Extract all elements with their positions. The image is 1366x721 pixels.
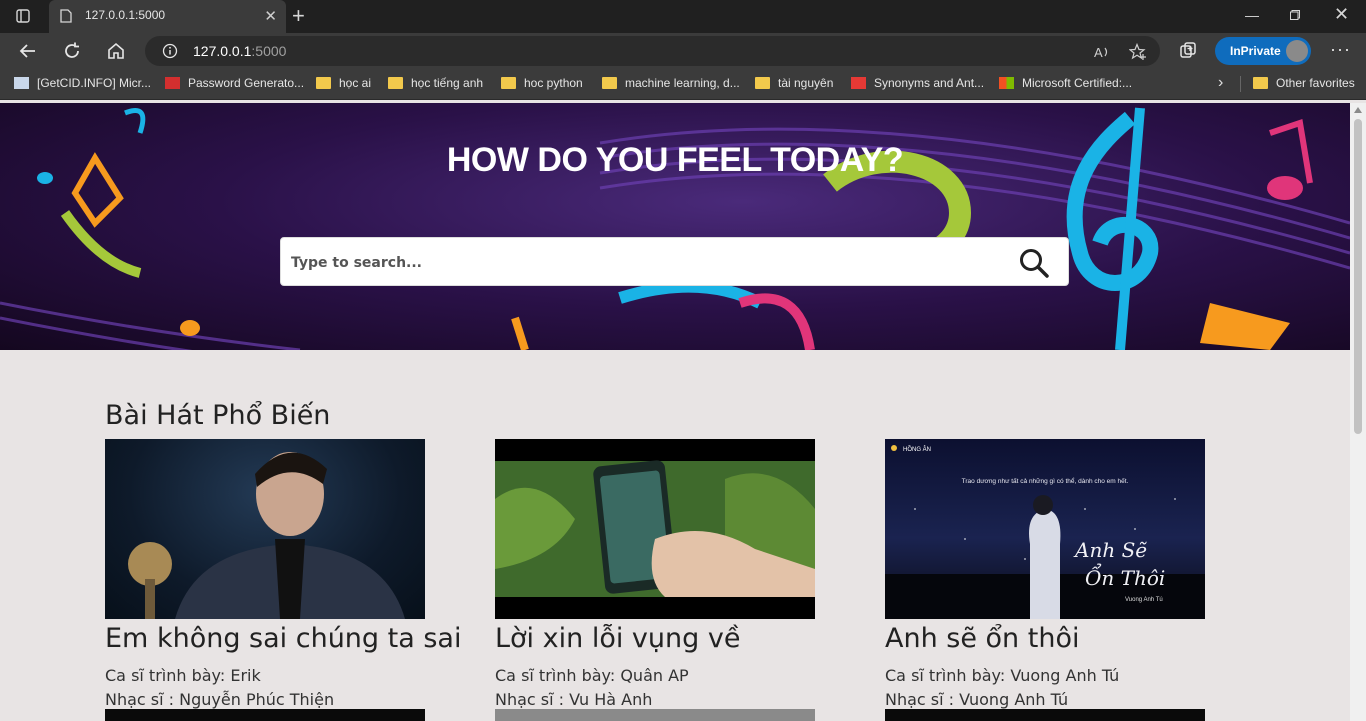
night-sky-image: HỒNG ÂN Trao dương như tất cả những gì c… — [885, 445, 1205, 619]
svg-text:A: A — [1094, 45, 1103, 60]
tab-strip: 127.0.0.1:5000 ✕ + — ✕ — [0, 0, 1366, 33]
hero-title: HOW DO YOU FEEL TODAY? — [446, 141, 904, 179]
svg-text:Trao dương như tất cả những gì: Trao dương như tất cả những gì có thể, d… — [962, 476, 1129, 485]
read-aloud-icon[interactable]: A — [1093, 43, 1111, 61]
active-tab[interactable]: 127.0.0.1:5000 ✕ — [49, 0, 286, 33]
svg-text:Anh Sẽ: Anh Sẽ — [1073, 538, 1147, 562]
scrollbar[interactable] — [1350, 103, 1366, 721]
search-box — [280, 237, 1069, 287]
settings-more-icon[interactable]: ··· — [1330, 39, 1351, 60]
profile-avatar[interactable] — [1286, 40, 1308, 62]
bookmark-folder[interactable]: học ai — [316, 76, 371, 90]
song-title[interactable]: Anh sẽ ổn thôi — [885, 623, 1225, 654]
song-thumbnail[interactable] — [495, 439, 815, 619]
song-thumbnail[interactable] — [885, 709, 1205, 721]
singer-image — [128, 452, 405, 619]
scrollbar-thumb[interactable] — [1354, 119, 1362, 434]
svg-text:HỒNG ÂN: HỒNG ÂN — [903, 446, 931, 453]
chevron-right-icon[interactable]: › — [1218, 74, 1223, 92]
favorites-bar: [GetCID.INFO] Micr... Password Generato.… — [0, 69, 1366, 100]
bookmark-folder[interactable]: học tiếng anh — [388, 76, 483, 90]
scroll-up-icon[interactable] — [1354, 107, 1362, 113]
bookmark-item[interactable]: Microsoft Certified:... — [999, 76, 1132, 90]
new-tab-icon[interactable]: + — [292, 3, 305, 29]
svg-text:Ổn Thôi: Ổn Thôi — [1085, 562, 1165, 590]
other-favorites[interactable]: Other favorites — [1253, 76, 1355, 90]
bookmark-item[interactable]: Synonyms and Ant... — [851, 76, 984, 90]
folder-icon — [501, 77, 516, 89]
folder-icon — [388, 77, 403, 89]
password-generator-icon — [165, 77, 180, 89]
search-input[interactable] — [289, 238, 993, 287]
folder-icon — [755, 77, 770, 89]
address-bar[interactable]: 127.0.0.1:5000 A — [145, 36, 1160, 66]
folder-icon — [1253, 77, 1268, 89]
browser-toolbar: 127.0.0.1:5000 A InPrivate ··· — [0, 33, 1366, 69]
favorite-star-icon[interactable] — [1129, 43, 1147, 61]
collections-icon[interactable] — [1178, 41, 1198, 61]
folder-icon — [602, 77, 617, 89]
song-thumbnail[interactable] — [105, 709, 425, 721]
song-title[interactable]: Em không sai chúng ta sai — [105, 623, 461, 654]
song-card[interactable]: Lời xin lỗi vụng về Ca sĩ trình bày: Quâ… — [495, 439, 835, 712]
singer-text: Ca sĩ trình bày: Erik — [105, 666, 261, 685]
close-tab-icon[interactable]: ✕ — [264, 7, 277, 25]
page-icon — [14, 77, 29, 89]
bookmark-item[interactable]: Password Generato... — [165, 76, 304, 90]
bookmark-folder[interactable]: machine learning, d... — [602, 76, 740, 90]
song-thumbnail[interactable]: HỒNG ÂN Trao dương như tất cả những gì c… — [885, 439, 1205, 619]
hero-banner: HOW DO YOU FEEL TODAY? — [0, 103, 1350, 350]
inprivate-label: InPrivate — [1230, 44, 1281, 58]
back-icon[interactable] — [18, 41, 38, 61]
web-page: HOW DO YOU FEEL TODAY? Bài Hát Phổ Biến … — [0, 103, 1350, 721]
divider — [1240, 76, 1241, 92]
microsoft-icon — [999, 77, 1014, 89]
restore-icon[interactable] — [1290, 10, 1300, 20]
bookmark-folder[interactable]: tài nguyên — [755, 76, 833, 90]
song-card[interactable]: HỒNG ÂN Trao dương như tất cả những gì c… — [885, 439, 1225, 712]
thesaurus-icon — [851, 77, 866, 89]
bookmark-folder[interactable]: hoc python — [501, 76, 583, 90]
song-card[interactable]: Em không sai chúng ta sai Ca sĩ trình bà… — [105, 439, 461, 712]
info-icon[interactable] — [162, 43, 178, 59]
singer-text: Ca sĩ trình bày: Vuong Anh Tú — [885, 666, 1120, 685]
home-icon[interactable] — [106, 41, 126, 61]
bookmark-item[interactable]: [GetCID.INFO] Micr... — [14, 76, 151, 90]
phone-in-hand-image — [495, 460, 815, 597]
song-thumbnail[interactable] — [105, 439, 425, 619]
inprivate-badge[interactable]: InPrivate — [1215, 37, 1311, 65]
singer-text: Ca sĩ trình bày: Quân AP — [495, 666, 689, 685]
close-window-icon[interactable]: ✕ — [1334, 4, 1349, 25]
section-title: Bài Hát Phổ Biến — [105, 400, 331, 431]
search-icon[interactable] — [1018, 247, 1050, 279]
svg-text:Vuong Anh Tú: Vuong Anh Tú — [1125, 597, 1163, 603]
url-text: 127.0.0.1:5000 — [193, 43, 287, 59]
tab-actions-icon[interactable] — [16, 9, 30, 23]
page-icon — [60, 9, 72, 23]
tab-title: 127.0.0.1:5000 — [85, 8, 166, 22]
song-thumbnail[interactable] — [495, 709, 815, 721]
refresh-icon[interactable] — [62, 41, 82, 61]
song-title[interactable]: Lời xin lỗi vụng về — [495, 623, 835, 654]
minimize-icon[interactable]: — — [1245, 7, 1259, 23]
folder-icon — [316, 77, 331, 89]
